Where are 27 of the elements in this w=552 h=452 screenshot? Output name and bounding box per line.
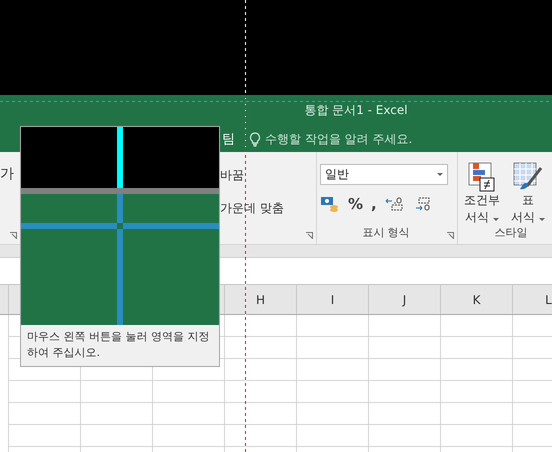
lightbulb-icon (249, 132, 261, 146)
ribbon-tab[interactable]: 팀 (222, 130, 235, 148)
table-brush-icon (513, 162, 543, 192)
group-label: 스타일 (494, 225, 528, 240)
comma-button[interactable]: , (371, 195, 377, 213)
wrap-text-button[interactable]: 바꿈 (220, 167, 316, 184)
increase-decimal-icon[interactable] (384, 197, 405, 211)
currency-icon[interactable] (320, 196, 340, 212)
font-button[interactable]: 가 (0, 166, 14, 182)
conditional-format-button[interactable]: 조건부 서식 (462, 162, 502, 226)
dialog-launcher-icon[interactable] (10, 232, 17, 239)
merge-center-button[interactable]: 가운데 맞춤 (220, 200, 316, 217)
color-scale-table-icon (468, 162, 496, 192)
column-header[interactable]: J (368, 285, 440, 314)
percent-button[interactable]: % (348, 195, 364, 213)
column-header[interactable]: H (224, 285, 296, 314)
column-header[interactable]: L (512, 285, 552, 314)
tell-me-field[interactable]: 수행할 작업을 알려 주세요. (249, 130, 412, 148)
column-header[interactable]: K (440, 285, 512, 314)
dialog-launcher-icon[interactable] (306, 232, 313, 239)
column-header[interactable]: I (296, 285, 368, 314)
dialog-launcher-icon[interactable] (447, 232, 454, 239)
window-title: 통합 문서1 - Excel (304, 102, 408, 119)
group-label: 표시 형식 (361, 225, 411, 240)
tooltip-text: 마우스 왼쪽 버튼을 눌러 영역을 지정하여 주십시오. (26, 329, 210, 361)
number-format-dropdown[interactable]: 일반 (320, 164, 448, 185)
format-table-button[interactable]: 표 서식 (508, 162, 548, 226)
